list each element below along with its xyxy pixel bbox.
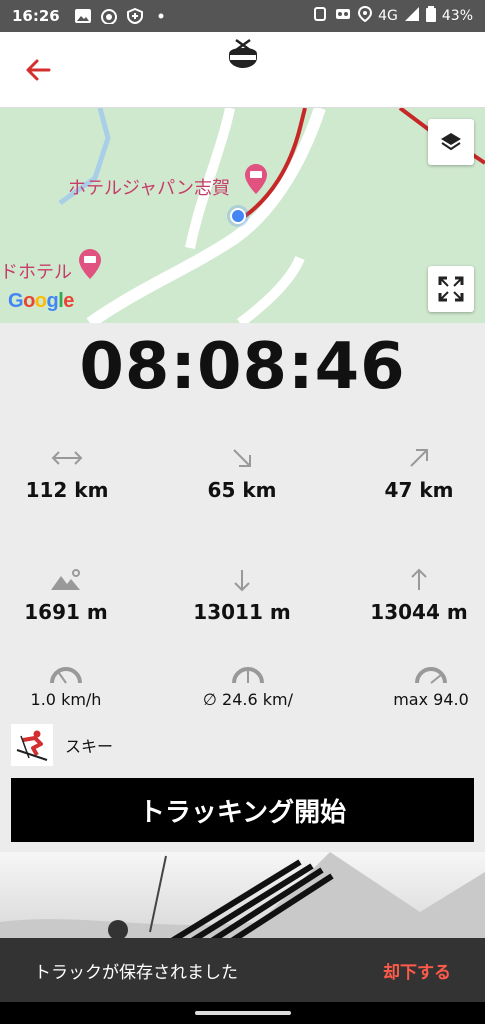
stat-max-speed-value: max 94.0 bbox=[393, 690, 469, 709]
speedometer-icon bbox=[168, 660, 328, 688]
stat-uphill: 47 km bbox=[339, 444, 485, 502]
mountain-pin-icon bbox=[0, 566, 146, 594]
app-header bbox=[0, 32, 485, 108]
sport-label: スキー bbox=[65, 737, 114, 756]
map-view[interactable]: ホテルジャパン志賀 ドホテル Google bbox=[0, 108, 485, 323]
back-arrow-icon bbox=[26, 59, 51, 81]
system-nav-bar bbox=[0, 1002, 485, 1024]
dot-icon bbox=[152, 8, 170, 24]
map-fullscreen-button[interactable] bbox=[428, 266, 474, 312]
stat-speed: 1.0 km/h bbox=[0, 660, 146, 709]
stat-altitude-value: 1691 m bbox=[24, 600, 108, 624]
stat-ascent: 13044 m bbox=[339, 566, 485, 624]
stat-downhill-value: 65 km bbox=[207, 478, 277, 502]
gallery-icon bbox=[74, 8, 92, 24]
arrow-down-right-icon bbox=[162, 444, 322, 472]
google-logo: Google bbox=[8, 290, 74, 312]
stat-ascent-value: 13044 m bbox=[370, 600, 468, 624]
map-label-hotel-2: ドホテル bbox=[0, 262, 72, 283]
stat-altitude: 1691 m bbox=[0, 566, 146, 624]
signal-icon bbox=[404, 6, 420, 26]
home-gesture-handle[interactable] bbox=[195, 1011, 291, 1015]
stat-max-speed: max 94.0 bbox=[351, 660, 485, 709]
stat-speed-value: 1.0 km/h bbox=[30, 690, 102, 709]
battery-percent: 43% bbox=[441, 8, 473, 24]
arrow-up-icon bbox=[339, 566, 485, 594]
status-time: 16:26 bbox=[12, 7, 60, 25]
status-bar: 16:26 4G 43% bbox=[0, 0, 485, 32]
arrow-up-right-icon bbox=[339, 444, 485, 472]
network-type: 4G bbox=[378, 8, 398, 24]
snackbar: トラックが保存されました 却下する bbox=[0, 938, 485, 1002]
shield-icon bbox=[126, 7, 144, 25]
stat-descent: 13011 m bbox=[162, 566, 322, 624]
back-button[interactable] bbox=[20, 52, 56, 88]
fullscreen-icon bbox=[438, 276, 464, 302]
stat-distance: 112 km bbox=[0, 444, 147, 502]
snackbar-dismiss-button[interactable]: 却下する bbox=[383, 958, 451, 983]
map-pin-icon bbox=[244, 163, 268, 199]
ski-chairlift-image bbox=[0, 852, 485, 942]
promo-banner-image bbox=[0, 852, 485, 942]
start-tracking-button[interactable]: トラッキング開始 bbox=[11, 778, 474, 842]
nfc-icon bbox=[312, 6, 328, 26]
stat-distance-value: 112 km bbox=[25, 478, 109, 502]
snackbar-message: トラックが保存されました bbox=[34, 962, 238, 983]
location-icon bbox=[358, 5, 373, 26]
stat-descent-value: 13011 m bbox=[193, 600, 291, 624]
speedometer-icon bbox=[0, 660, 146, 688]
speedometer-icon bbox=[351, 660, 485, 688]
wifi-icon bbox=[100, 8, 118, 25]
stat-avg-speed-value: ∅ 24.6 km/ bbox=[203, 690, 293, 709]
sport-selector[interactable]: スキー bbox=[11, 724, 113, 766]
map-layers-button[interactable] bbox=[428, 119, 474, 165]
horizontal-arrows-icon bbox=[0, 444, 147, 472]
app-logo bbox=[226, 36, 260, 70]
arrow-down-icon bbox=[162, 566, 322, 594]
cast-icon bbox=[334, 6, 352, 26]
map-pin-icon bbox=[78, 248, 102, 284]
skier-icon bbox=[11, 724, 53, 766]
layers-icon bbox=[441, 133, 461, 151]
track-timer: 08:08:46 bbox=[79, 330, 406, 404]
battery-icon bbox=[425, 6, 436, 26]
current-location-icon bbox=[226, 204, 250, 232]
stat-downhill: 65 km bbox=[162, 444, 322, 502]
map-label-hotel-japan: ホテルジャパン志賀 bbox=[68, 178, 230, 199]
stat-avg-speed: ∅ 24.6 km/ bbox=[168, 660, 328, 709]
stat-uphill-value: 47 km bbox=[384, 478, 454, 502]
